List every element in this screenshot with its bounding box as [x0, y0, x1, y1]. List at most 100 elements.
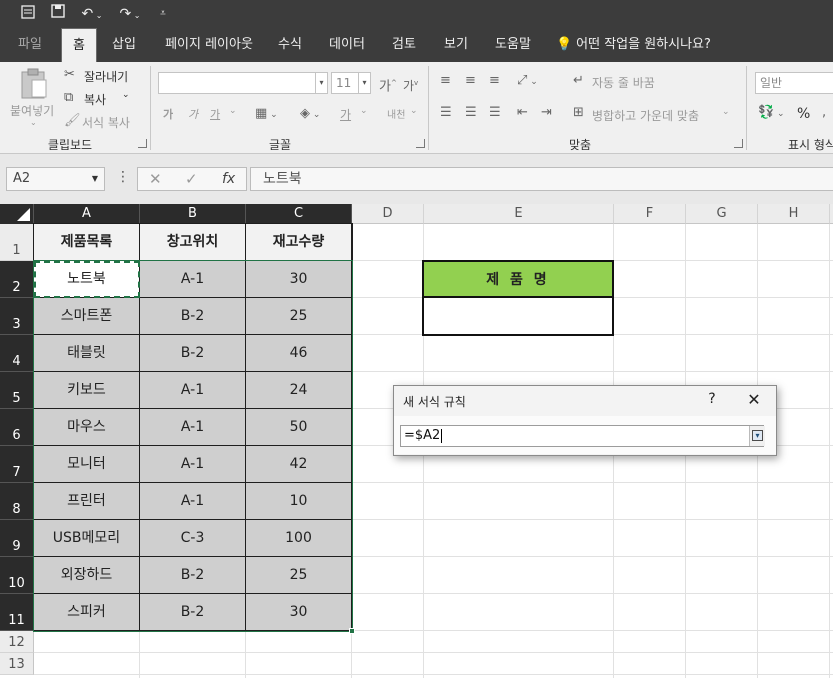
- merge-center-label[interactable]: 병합하고 가운데 맞춤: [592, 107, 699, 124]
- select-all-button[interactable]: [0, 204, 34, 224]
- table-header-cell[interactable]: 창고위치: [140, 224, 246, 261]
- wrap-text-label[interactable]: 자동 줄 바꿈: [592, 74, 655, 91]
- name-box[interactable]: A2 ▼: [6, 167, 105, 191]
- tab-review[interactable]: 검토: [384, 28, 424, 62]
- tab-view[interactable]: 보기: [436, 28, 476, 62]
- row-header-4[interactable]: 4: [0, 335, 34, 372]
- formula-reference-input[interactable]: =$A2: [400, 425, 764, 447]
- borders-icon[interactable]: ▦ ⌄: [255, 105, 278, 124]
- bold-button[interactable]: 가: [163, 106, 173, 122]
- table-cell[interactable]: 25: [246, 298, 352, 335]
- table-header-cell[interactable]: 재고수량: [246, 224, 352, 261]
- row-header-10[interactable]: 10: [0, 557, 34, 594]
- cancel-icon[interactable]: ✕: [149, 170, 162, 188]
- row-header-13[interactable]: 13: [0, 653, 34, 675]
- row-header-1[interactable]: 1: [0, 224, 34, 261]
- table-cell[interactable]: 키보드: [34, 372, 140, 409]
- customize-toolbar-icon[interactable]: ⩡: [156, 4, 170, 24]
- dialog-launcher-icon[interactable]: [138, 139, 147, 148]
- enter-icon[interactable]: ✓: [185, 170, 198, 188]
- column-header-f[interactable]: F: [614, 204, 686, 224]
- copy-button[interactable]: ⧉ 복사 ⌄: [64, 89, 136, 107]
- table-cell[interactable]: 30: [246, 261, 352, 298]
- percent-button[interactable]: %: [797, 106, 810, 122]
- table-cell[interactable]: A-1: [140, 409, 246, 446]
- align-middle-icon[interactable]: ≡: [465, 72, 476, 90]
- insert-function-icon[interactable]: fx: [222, 170, 235, 188]
- fill-handle[interactable]: [349, 628, 355, 634]
- table-cell[interactable]: 외장하드: [34, 557, 140, 594]
- row-header-6[interactable]: 6: [0, 409, 34, 446]
- formula-input[interactable]: 노트북: [250, 167, 833, 191]
- tab-home[interactable]: 홈: [61, 28, 97, 62]
- chevron-down-icon[interactable]: ⌄: [722, 107, 730, 117]
- close-button[interactable]: ✕: [743, 389, 765, 411]
- table-cell[interactable]: 태블릿: [34, 335, 140, 372]
- align-center-icon[interactable]: ☰: [465, 104, 477, 122]
- row-header-11[interactable]: 11: [0, 594, 34, 631]
- table-cell[interactable]: USB메모리: [34, 520, 140, 557]
- table-cell[interactable]: B-2: [140, 594, 246, 631]
- column-header-c[interactable]: C: [246, 204, 352, 224]
- font-name-dropdown[interactable]: ▾: [158, 72, 328, 94]
- wrap-text-icon[interactable]: ↵: [573, 72, 584, 90]
- table-cell[interactable]: 모니터: [34, 446, 140, 483]
- save-icon[interactable]: [48, 4, 68, 24]
- column-header-e[interactable]: E: [424, 204, 614, 224]
- table-cell[interactable]: 50: [246, 409, 352, 446]
- column-header-h[interactable]: H: [758, 204, 830, 224]
- dialog-launcher-icon[interactable]: [734, 139, 743, 148]
- chevron-down-icon[interactable]: ⌄: [229, 106, 237, 116]
- align-top-icon[interactable]: ≡: [440, 72, 451, 90]
- row-header-7[interactable]: 7: [0, 446, 34, 483]
- column-header-d[interactable]: D: [352, 204, 424, 224]
- table-cell[interactable]: 100: [246, 520, 352, 557]
- font-size-dropdown[interactable]: 11 ▾: [331, 72, 371, 94]
- fill-color-icon[interactable]: ◈ ⌄: [300, 105, 320, 124]
- font-color-button[interactable]: 가: [340, 106, 351, 123]
- column-header-a[interactable]: A: [34, 204, 140, 224]
- table-cell[interactable]: A-1: [140, 483, 246, 520]
- tab-data[interactable]: 데이터: [322, 28, 372, 62]
- column-header-b[interactable]: B: [140, 204, 246, 224]
- tab-insert[interactable]: 삽입: [104, 28, 144, 62]
- paste-button[interactable]: 붙여넣기 ⌄: [8, 68, 58, 127]
- row-header-9[interactable]: 9: [0, 520, 34, 557]
- table-cell[interactable]: A-1: [140, 446, 246, 483]
- row-header-5[interactable]: 5: [0, 372, 34, 409]
- redo-icon[interactable]: ↷ ⌄: [116, 4, 144, 24]
- dialog-launcher-icon[interactable]: [416, 139, 425, 148]
- expand-dialog-button[interactable]: ▾: [749, 426, 765, 446]
- undo-icon[interactable]: ↶ ⌄: [78, 4, 106, 24]
- phonetic-button[interactable]: 내천: [387, 106, 405, 121]
- format-painter-button[interactable]: 🖌 서식 복사: [64, 112, 140, 130]
- table-cell[interactable]: 24: [246, 372, 352, 409]
- number-format-dropdown[interactable]: 일반: [755, 72, 833, 94]
- row-header-3[interactable]: 3: [0, 298, 34, 335]
- chevron-down-icon[interactable]: ⌄: [410, 106, 418, 116]
- table-cell[interactable]: 스마트폰: [34, 298, 140, 335]
- autosave-icon[interactable]: [18, 4, 38, 24]
- decrease-indent-icon[interactable]: ⇤: [517, 104, 528, 122]
- table-cell[interactable]: 30: [246, 594, 352, 631]
- orientation-icon[interactable]: ⤢ ⌄: [517, 72, 538, 91]
- align-bottom-icon[interactable]: ≡: [489, 72, 500, 90]
- table-header-cell[interactable]: 제품목록: [34, 224, 140, 261]
- tab-formulas[interactable]: 수식: [270, 28, 310, 62]
- column-header-g[interactable]: G: [686, 204, 758, 224]
- table-cell[interactable]: 42: [246, 446, 352, 483]
- table-cell[interactable]: B-2: [140, 335, 246, 372]
- table-cell[interactable]: 마우스: [34, 409, 140, 446]
- tell-me-search[interactable]: 💡 어떤 작업을 원하시나요?: [556, 28, 726, 62]
- tab-file[interactable]: 파일: [10, 28, 50, 62]
- table-cell[interactable]: C-3: [140, 520, 246, 557]
- more-options-icon[interactable]: ⋮: [116, 169, 130, 185]
- cut-button[interactable]: ✂ 잘라내기: [64, 66, 136, 84]
- tab-page-layout[interactable]: 페이지 레이아웃: [156, 28, 262, 62]
- row-header-8[interactable]: 8: [0, 483, 34, 520]
- increase-indent-icon[interactable]: ⇥: [541, 104, 552, 122]
- comma-style-icon[interactable]: ,: [822, 104, 826, 122]
- align-right-icon[interactable]: ☰: [489, 104, 501, 122]
- underline-button[interactable]: 가: [210, 106, 220, 122]
- help-button[interactable]: ?: [704, 391, 720, 407]
